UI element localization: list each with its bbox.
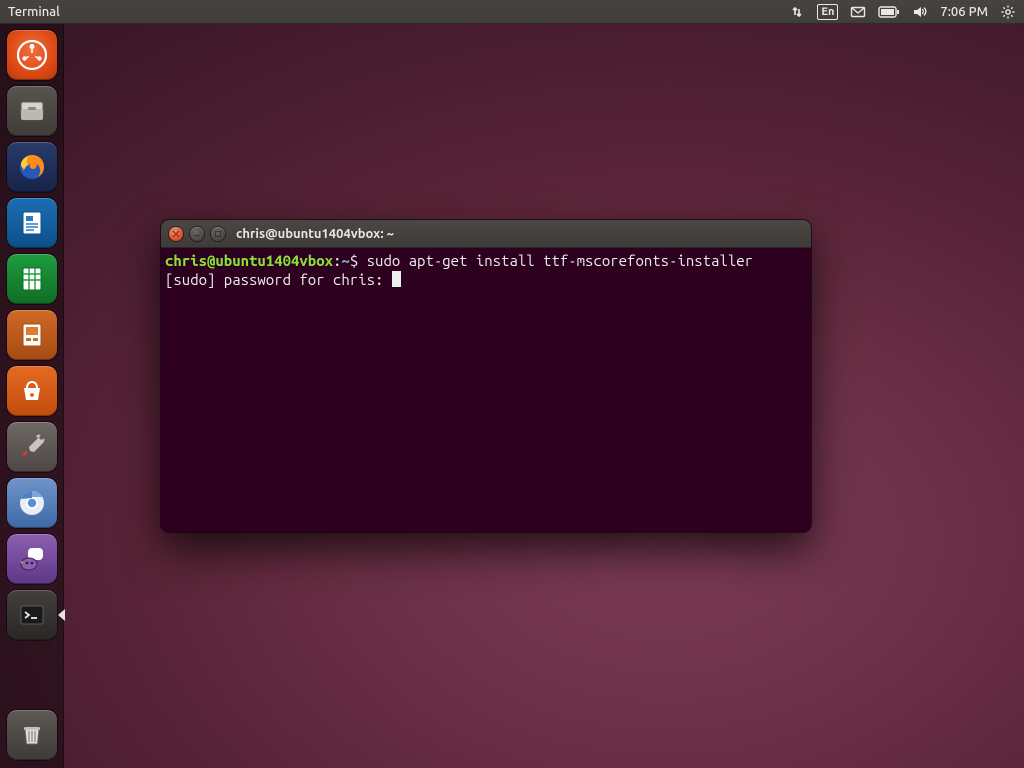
terminal-body[interactable]: chris@ubuntu1404vbox:~$ sudo apt-get ins…: [161, 248, 811, 532]
launcher-calc-icon[interactable]: [7, 254, 57, 304]
keyboard-layout-indicator[interactable]: En: [817, 4, 838, 20]
launcher-writer-icon[interactable]: [7, 198, 57, 248]
window-minimize-button[interactable]: [190, 227, 204, 241]
launcher-dash-icon[interactable]: [7, 30, 57, 80]
launcher-pidgin-icon[interactable]: [7, 534, 57, 584]
window-title: chris@ubuntu1404vbox: ~: [236, 227, 394, 241]
sound-indicator-icon[interactable]: [912, 4, 928, 20]
launcher-chromium-icon[interactable]: [7, 478, 57, 528]
terminal-prompt-userhost: chris@ubuntu1404vbox: [165, 252, 333, 269]
mail-indicator-icon[interactable]: [850, 4, 866, 20]
system-menu-icon[interactable]: [1000, 4, 1016, 20]
terminal-window: chris@ubuntu1404vbox: ~ chris@ubuntu1404…: [161, 220, 811, 532]
top-panel: Terminal En: [0, 0, 1024, 24]
window-close-button[interactable]: [169, 227, 183, 241]
launcher: [0, 24, 64, 768]
launcher-software-center-icon[interactable]: [7, 366, 57, 416]
launcher-terminal-icon[interactable]: [7, 590, 57, 640]
terminal-prompt-symbol: $: [350, 252, 367, 269]
clock-indicator[interactable]: 7:06 PM: [940, 5, 988, 19]
launcher-trash-icon[interactable]: [7, 710, 57, 760]
launcher-files-icon[interactable]: [7, 86, 57, 136]
terminal-prompt-path: ~: [341, 252, 349, 269]
network-indicator-icon[interactable]: [789, 4, 805, 20]
launcher-impress-icon[interactable]: [7, 310, 57, 360]
terminal-command: sudo apt-get install ttf-mscorefonts-ins…: [367, 252, 753, 269]
launcher-firefox-icon[interactable]: [7, 142, 57, 192]
terminal-cursor: [392, 271, 401, 287]
launcher-system-settings-icon[interactable]: [7, 422, 57, 472]
menubar-app-name[interactable]: Terminal: [8, 5, 60, 19]
battery-indicator-icon[interactable]: [878, 6, 900, 18]
window-titlebar[interactable]: chris@ubuntu1404vbox: ~: [161, 220, 811, 248]
terminal-password-prompt: [sudo] password for chris:: [165, 271, 392, 288]
window-maximize-button[interactable]: [211, 227, 225, 241]
